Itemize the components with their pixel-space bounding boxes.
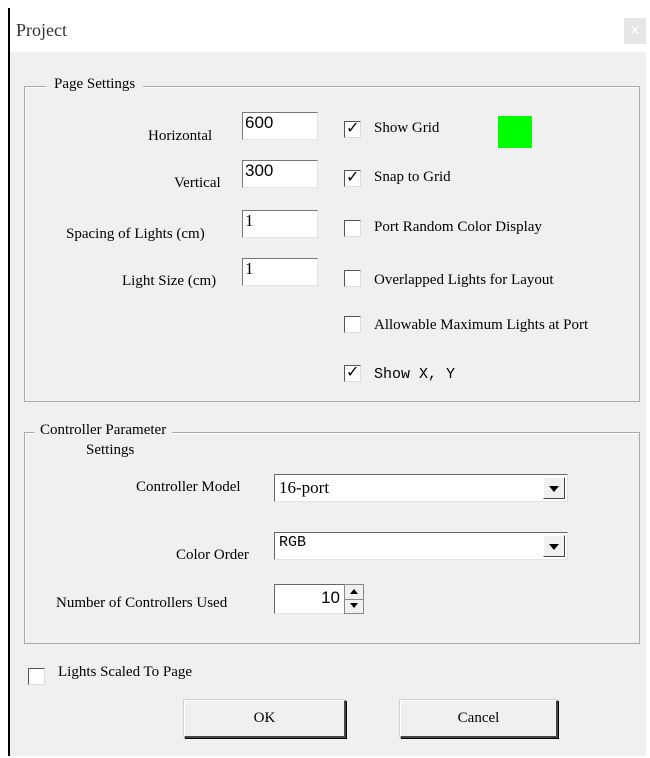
grid-color-swatch[interactable] (498, 116, 532, 148)
port-random-color-label: Port Random Color Display (374, 219, 542, 235)
horizontal-label: Horizontal (148, 128, 213, 144)
project-dialog: Project ✕ Page Settings Horizontal 600 V… (8, 8, 646, 756)
lights-scaled-label: Lights Scaled To Page (58, 664, 193, 680)
snap-to-grid-label: Snap to Grid (374, 169, 451, 185)
controller-model-label: Controller Model (136, 479, 241, 495)
light-size-label: Light Size (cm) (122, 273, 217, 289)
close-icon: ✕ (629, 23, 641, 39)
color-order-select[interactable]: RGB (274, 532, 568, 560)
light-size-input[interactable]: 1 (242, 258, 318, 286)
controller-legend-line1: Controller Parameter (40, 422, 167, 438)
overlapped-lights-checkbox[interactable] (344, 270, 361, 287)
checkmark-icon: ✓ (346, 167, 360, 186)
chevron-down-icon[interactable] (543, 477, 565, 499)
controller-legend-line2: Settings (86, 442, 135, 458)
snap-to-grid-checkbox[interactable]: ✓ (344, 167, 361, 187)
page-settings-group (24, 86, 640, 402)
controller-count-stepper[interactable] (344, 584, 364, 614)
chevron-down-icon[interactable] (543, 535, 565, 557)
ok-button[interactable]: OK (184, 700, 346, 738)
color-order-label: Color Order (176, 547, 249, 563)
controller-model-value: 16-port (279, 478, 330, 497)
cancel-button[interactable]: Cancel (400, 700, 558, 738)
vertical-label: Vertical (174, 175, 221, 191)
spacing-label: Spacing of Lights (cm) (66, 226, 205, 242)
overlapped-lights-label: Overlapped Lights for Layout (374, 272, 554, 288)
spin-up-icon[interactable] (345, 585, 363, 600)
page-settings-legend: Page Settings (46, 76, 144, 93)
controller-model-select[interactable]: 16-port (274, 474, 568, 502)
spacing-input[interactable]: 1 (242, 210, 318, 238)
controller-count-input[interactable]: 10 (274, 584, 344, 614)
horizontal-input[interactable]: 600 (242, 112, 318, 140)
controller-settings-legend: Controller Parameter (34, 422, 173, 439)
controller-count-label: Number of Controllers Used (56, 595, 228, 611)
close-button[interactable]: ✕ (624, 18, 646, 44)
dialog-title: Project (16, 20, 67, 40)
show-xy-checkbox[interactable]: ✓ (344, 362, 361, 382)
checkmark-icon: ✓ (346, 118, 360, 137)
show-grid-checkbox[interactable]: ✓ (344, 118, 361, 138)
show-grid-label: Show Grid (374, 120, 440, 136)
port-random-color-checkbox[interactable] (344, 220, 361, 237)
lights-scaled-checkbox[interactable] (28, 668, 45, 685)
allowable-max-lights-label: Allowable Maximum Lights at Port (374, 317, 589, 333)
allowable-max-lights-checkbox[interactable] (344, 316, 361, 333)
vertical-input[interactable]: 300 (242, 160, 318, 188)
title-bar[interactable]: Project ✕ (10, 8, 646, 52)
checkmark-icon: ✓ (346, 362, 360, 381)
spin-down-icon[interactable] (345, 599, 363, 613)
color-order-value: RGB (279, 534, 307, 551)
show-xy-label: Show X, Y (374, 366, 456, 383)
